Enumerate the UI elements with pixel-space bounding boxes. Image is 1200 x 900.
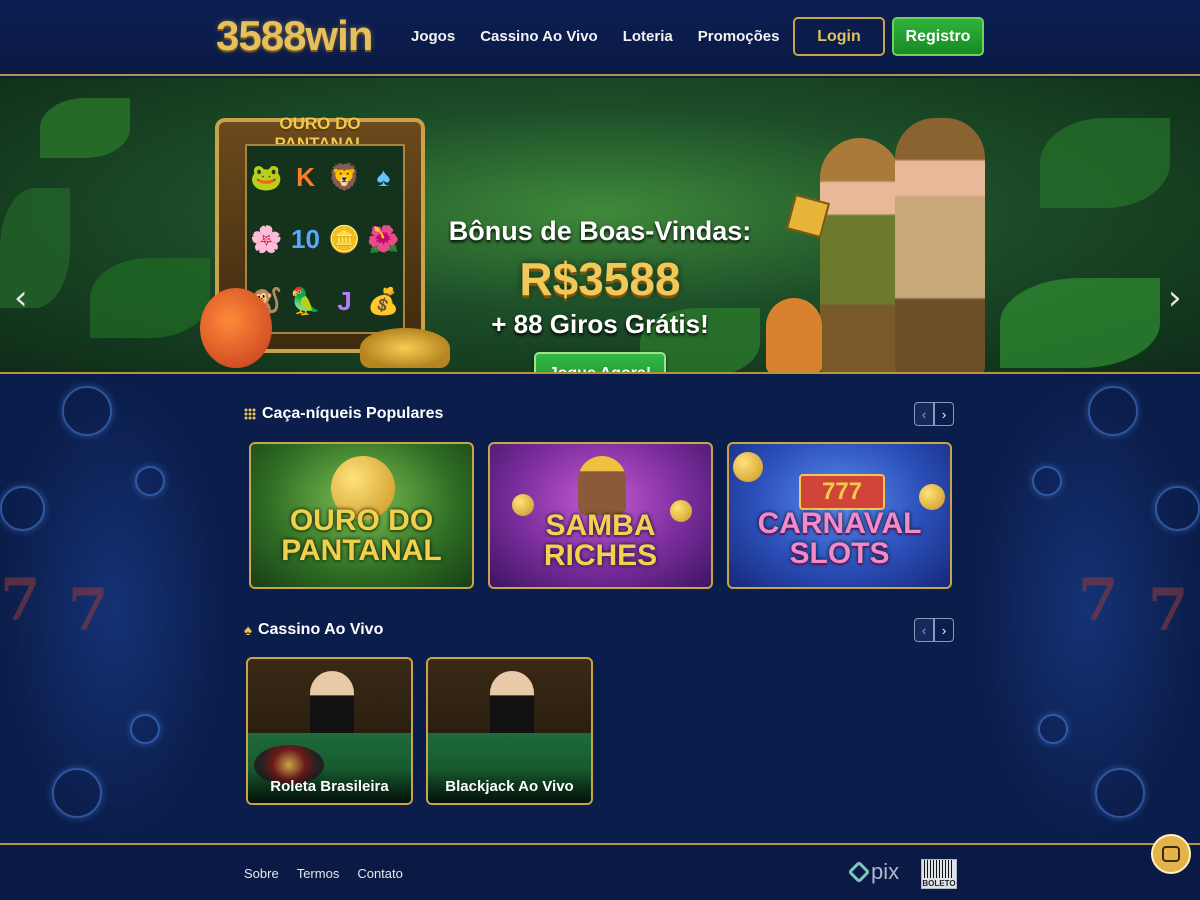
grid-icon — [244, 408, 256, 420]
seven-symbol-icon: 7 — [1078, 566, 1119, 634]
boleto-payment-logo: BOLETO — [921, 859, 957, 889]
live-game-title: Blackjack Ao Vivo — [428, 769, 591, 803]
site-logo[interactable]: 3588win — [216, 12, 373, 60]
left-background-decor: 7 7 — [0, 376, 230, 844]
game-card[interactable]: Samba Riches — [488, 442, 713, 589]
coin-icon — [1038, 714, 1068, 744]
reel-symbol: 🦜 — [289, 285, 322, 316]
reel-symbol: 🌺 — [367, 223, 400, 254]
game-card[interactable]: Ouro do Pantanal — [249, 442, 474, 589]
chevron-left-icon[interactable]: ‹ — [914, 618, 934, 642]
explorer-man-illustration — [895, 118, 985, 372]
boleto-label: BOLETO — [922, 879, 956, 888]
pix-icon — [847, 860, 871, 884]
game-card[interactable]: 777 Carnaval Slots — [727, 442, 952, 589]
chevron-left-icon[interactable]: ‹ — [14, 278, 28, 318]
coin-icon — [733, 452, 763, 482]
foliage-decor — [40, 98, 130, 158]
slot-reels: 🐸 K 🦁 ♠ 🌸 10 🪙 🌺 🐒 🦜 J 💰 — [245, 144, 405, 334]
play-now-button[interactable]: Jogue Agora! — [534, 352, 666, 372]
right-background-decor: 7 7 — [970, 376, 1200, 844]
pix-payment-logo: pix — [847, 859, 900, 885]
site-header: 3588win Jogos Cassino Ao Vivo Loteria Pr… — [0, 0, 1200, 76]
main-nav: Jogos Cassino Ao Vivo Loteria Promoções — [411, 28, 779, 45]
seven-symbol-icon: 7 — [0, 566, 41, 634]
coin-icon — [135, 466, 165, 496]
chevron-left-icon[interactable]: ‹ — [914, 402, 934, 426]
coin-icon — [130, 714, 160, 744]
chat-bubble-icon — [1162, 846, 1180, 862]
spade-coin-icon — [1095, 768, 1145, 818]
popular-slots-heading: Caça-níqueis Populares — [244, 405, 443, 423]
seven-symbol-icon: 7 — [1148, 576, 1189, 644]
bonus-title: Bônus de Boas-Vindas: — [448, 216, 752, 246]
footer-link-termos[interactable]: Termos — [297, 866, 340, 881]
chat-button[interactable] — [1151, 834, 1191, 874]
footer-link-sobre[interactable]: Sobre — [244, 866, 279, 881]
nav-promocoes[interactable]: Promoções — [698, 28, 780, 45]
reel-symbol: 🐸 — [250, 161, 283, 192]
club-coin-icon — [62, 386, 112, 436]
foliage-decor — [1040, 118, 1170, 208]
club-coin-icon — [1088, 386, 1138, 436]
foliage-decor — [1000, 278, 1160, 368]
live-casino-title: Cassino Ao Vivo — [257, 621, 384, 638]
nav-jogos[interactable]: Jogos — [411, 28, 455, 45]
reel-symbol: 🪙 — [328, 223, 361, 254]
seven-symbol-icon: 7 — [68, 576, 109, 644]
game-card-title: Samba Riches — [543, 508, 658, 572]
chevron-right-icon[interactable]: › — [934, 618, 954, 642]
bonus-free-spins: + 88 Giros Grátis! — [491, 309, 709, 339]
chevron-right-icon[interactable]: › — [1168, 278, 1182, 318]
site-footer: Sobre Termos Contato pix BOLETO — [0, 843, 1200, 900]
footer-link-contato[interactable]: Contato — [357, 866, 403, 881]
reel-symbol: 🌸 — [250, 223, 283, 254]
login-button[interactable]: Login — [793, 17, 885, 56]
register-button[interactable]: Registro — [892, 17, 984, 56]
samba-dancer-illustration — [578, 456, 626, 516]
game-card-title: Ouro do Pantanal — [281, 503, 442, 567]
nav-cassino-ao-vivo[interactable]: Cassino Ao Vivo — [480, 28, 598, 45]
coin-icon — [1155, 486, 1200, 531]
live-casino-heading: ♠ Cassino Ao Vivo — [244, 621, 383, 639]
reel-symbol: 🦁 — [328, 161, 361, 192]
reel-symbol: J — [337, 285, 352, 316]
coin-icon — [0, 486, 45, 531]
game-card-title: Carnaval Slots — [757, 506, 922, 570]
live-game-title: Roleta Brasileira — [248, 769, 411, 803]
chevron-right-icon[interactable]: › — [934, 402, 954, 426]
coin-icon — [919, 484, 945, 510]
footer-links: Sobre Termos Contato — [244, 866, 403, 881]
foliage-decor — [0, 188, 70, 308]
reel-symbol: K — [296, 161, 315, 192]
spade-coin-icon — [52, 768, 102, 818]
coin-icon — [1032, 466, 1062, 496]
barcode-icon — [924, 860, 954, 878]
reel-symbol: ♠ — [376, 161, 391, 192]
popular-slots-pager: ‹ › — [914, 402, 954, 426]
foliage-decor — [90, 258, 210, 338]
mascot-illustration — [200, 288, 272, 368]
reel-symbol: 10 — [291, 223, 320, 254]
live-game-card[interactable]: Roleta Brasileira — [246, 657, 413, 805]
pix-label: pix — [871, 859, 900, 884]
spade-icon: ♠ — [244, 621, 252, 639]
triple-seven-illustration: 777 — [799, 474, 885, 510]
nav-loteria[interactable]: Loteria — [623, 28, 673, 45]
live-game-card[interactable]: Blackjack Ao Vivo — [426, 657, 593, 805]
popular-slots-title: Caça-níqueis Populares — [262, 405, 444, 422]
reel-symbol: 💰 — [367, 285, 400, 316]
live-casino-pager: ‹ › — [914, 618, 954, 642]
hero-banner: OURO DO PANTANAL 🐸 K 🦁 ♠ 🌸 10 🪙 🌺 🐒 🦜 J … — [0, 78, 1200, 374]
bonus-amount: R$3588 — [519, 253, 681, 305]
explorer-woman-illustration — [820, 138, 900, 372]
